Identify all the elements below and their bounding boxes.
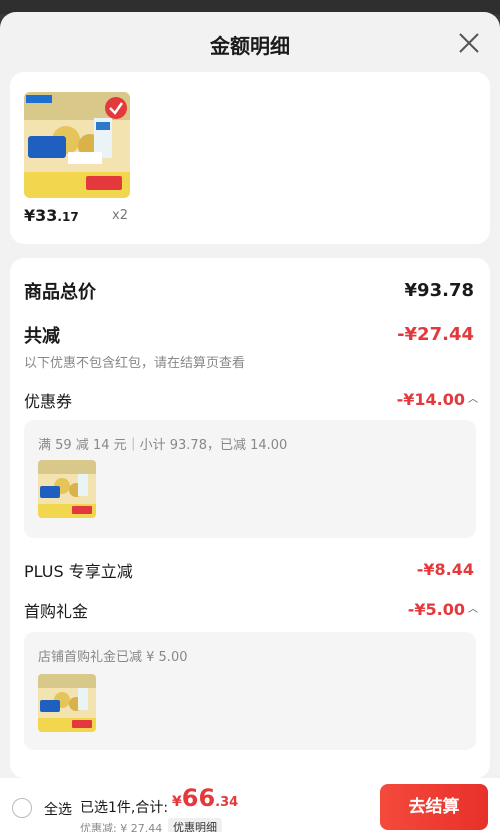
total-integer: 66 (181, 784, 216, 812)
coupon-toggle[interactable]: -¥14.00 ︿ (397, 390, 478, 409)
sheet-header: 金额明细 (0, 12, 500, 72)
first-gift-label: 首购礼金 (24, 602, 89, 621)
price-breakdown-card: 商品总价 ¥93.78 共减 -¥27.44 以下优惠不包含红包，请在结算页查看… (10, 258, 490, 778)
coupon-detail-text: 满 59 减 14 元｜小计 93.78，已减 14.00 (38, 438, 288, 453)
chevron-up-icon: ︿ (468, 604, 478, 615)
first-gift-detail-box: 店铺首购礼金已减 ¥ 5.00 (24, 632, 476, 750)
discount-summary: 优惠减: ¥ 27.44 (80, 822, 163, 832)
close-icon[interactable] (458, 32, 480, 54)
chevron-up-icon: ︿ (468, 394, 478, 405)
page-title: 金额明细 (210, 34, 290, 58)
discount-detail-link[interactable]: 优惠明细 (168, 818, 222, 832)
price-integer: ¥33 (24, 206, 58, 225)
plus-discount-label: PLUS 专享立减 (24, 562, 133, 581)
first-gift-product-thumb (38, 674, 96, 732)
total-discount-value: -¥27.44 (397, 324, 474, 345)
product-quantity: x2 (112, 208, 128, 223)
checkout-bar: 全选 已选1件,合计: ¥66.34 优惠减: ¥ 27.44 优惠明细 去结算 (0, 778, 500, 832)
goods-total-value: ¥93.78 (404, 280, 474, 301)
first-gift-value: -¥5.00 (407, 600, 465, 619)
product-image[interactable] (24, 92, 130, 198)
first-gift-detail-text: 店铺首购礼金已减 ¥ 5.00 (38, 650, 188, 665)
goods-total-label: 商品总价 (24, 282, 96, 303)
product-card: ¥33.17 x2 (10, 72, 490, 244)
total-discount-label: 共减 (24, 326, 60, 347)
amount-detail-sheet: 金额明细 ¥33.17 x2 商品总价 ¥93.78 共减 -¥27.44 以下… (0, 12, 500, 832)
coupon-detail-box: 满 59 减 14 元｜小计 93.78，已减 14.00 (24, 420, 476, 538)
coupon-product-thumb (38, 460, 96, 518)
product-unit-price: ¥33.17 (24, 206, 79, 225)
coupon-label: 优惠券 (24, 392, 73, 411)
total-amount: ¥66.34 (172, 784, 238, 812)
plus-discount-value: -¥8.44 (416, 560, 474, 579)
first-gift-toggle[interactable]: -¥5.00 ︿ (408, 600, 478, 619)
select-all-label[interactable]: 全选 (44, 799, 72, 819)
select-all-radio[interactable] (12, 798, 32, 818)
price-decimal: .17 (57, 210, 79, 224)
coupon-value: -¥14.00 (396, 390, 465, 409)
currency-symbol: ¥ (172, 794, 182, 810)
total-decimal: .34 (215, 795, 239, 810)
discount-notice: 以下优惠不包含红包，请在结算页查看 (24, 356, 246, 371)
selected-count-text: 已选1件,合计: (80, 800, 169, 816)
checkout-button[interactable]: 去结算 (380, 784, 488, 830)
